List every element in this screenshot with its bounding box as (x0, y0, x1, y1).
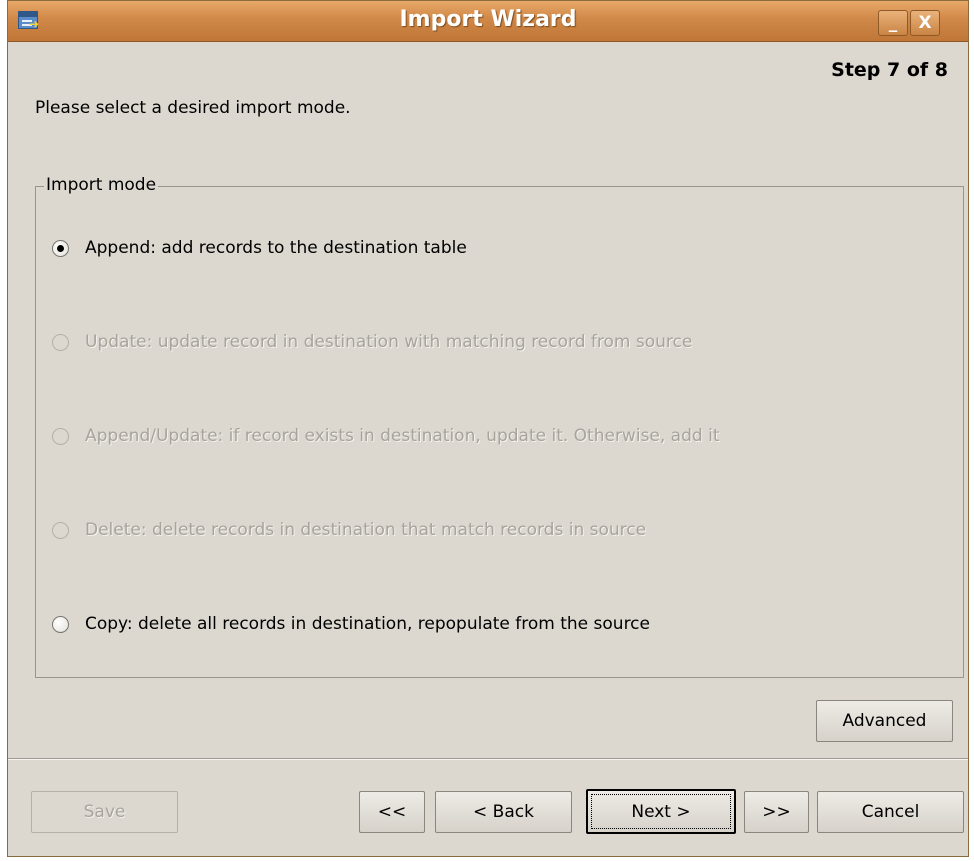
import-wizard-window: ➜ Import Wizard _ X Step 7 of 8 Please s… (7, 0, 969, 857)
minimize-button[interactable]: _ (878, 10, 908, 36)
radio-selected-dot (57, 244, 64, 252)
cancel-button[interactable]: Cancel (817, 791, 964, 833)
radio-label-update: Update: update record in destination wit… (85, 332, 693, 352)
radio-label-append: Append: add records to the destination t… (85, 238, 467, 258)
radio-option-copy[interactable]: Copy: delete all records in destination,… (52, 610, 650, 638)
first-step-button[interactable]: << (359, 791, 425, 833)
focus-rectangle (591, 794, 731, 829)
radio-option-delete: Delete: delete records in destination th… (52, 516, 646, 544)
instruction-text: Please select a desired import mode. (35, 98, 351, 118)
radio-button-delete (52, 521, 69, 539)
save-button: Save (31, 791, 178, 833)
radio-label-copy: Copy: delete all records in destination,… (85, 614, 650, 634)
window-title: Import Wizard (399, 7, 577, 32)
radio-button-append[interactable] (52, 239, 69, 257)
step-indicator: Step 7 of 8 (831, 59, 948, 81)
radio-button-append-update (52, 427, 69, 445)
button-bar-separator (8, 758, 968, 760)
radio-option-update: Update: update record in destination wit… (52, 328, 692, 356)
radio-option-append-update: Append/Update: if record exists in desti… (52, 422, 719, 450)
import-mode-group-label: Import mode (44, 175, 159, 195)
radio-button-update (52, 333, 69, 351)
advanced-button[interactable]: Advanced (816, 700, 953, 742)
minimize-icon: _ (888, 13, 898, 33)
radio-option-append[interactable]: Append: add records to the destination t… (52, 234, 467, 262)
title-bar[interactable]: ➜ Import Wizard _ X (8, 1, 968, 42)
last-step-button[interactable]: >> (744, 791, 809, 833)
close-button[interactable]: X (910, 10, 940, 36)
back-button[interactable]: < Back (435, 791, 572, 833)
radio-label-delete: Delete: delete records in destination th… (85, 520, 647, 540)
radio-button-copy[interactable] (52, 615, 69, 633)
radio-label-append-update: Append/Update: if record exists in desti… (85, 426, 720, 446)
close-icon: X (918, 13, 932, 33)
next-button[interactable]: Next > (586, 789, 736, 834)
